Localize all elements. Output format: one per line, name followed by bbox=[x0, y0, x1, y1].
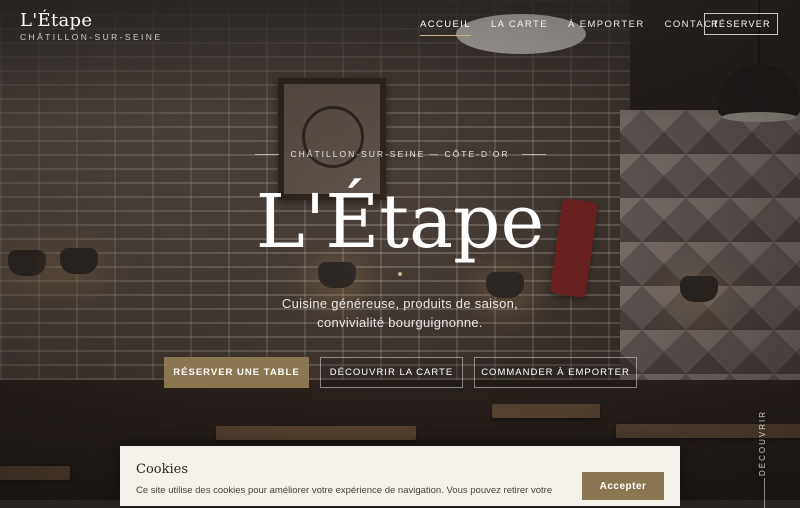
brand-logo[interactable]: L'Étape CHÂTILLON-SUR-SEINE bbox=[20, 10, 162, 42]
order-takeaway-button[interactable]: COMMANDER À EMPORTER bbox=[474, 357, 637, 388]
scroll-label: DÉCOUVRIR bbox=[758, 410, 767, 477]
hero-eyebrow-text: CHÂTILLON-SUR-SEINE — CÔTE-D'OR bbox=[290, 149, 510, 159]
hero-tagline-line-2: convivialité bourguignonne. bbox=[317, 315, 483, 330]
brand-name[interactable]: L'Étape bbox=[20, 10, 162, 32]
cookie-text: Ce site utilise des cookies pour amélior… bbox=[136, 485, 553, 496]
accept-cookies-button[interactable]: Accepter bbox=[582, 472, 664, 500]
hero-title: L'Étape bbox=[255, 179, 545, 265]
hero-tagline-line-1: Cuisine généreuse, produits de saison, bbox=[281, 296, 519, 311]
hero-cta-group: RÉSERVER UNE TABLE DÉCOUVRIR LA CARTE CO… bbox=[164, 357, 637, 388]
cookie-banner: Cookies Ce site utilise des cookies pour… bbox=[120, 446, 680, 506]
hero-tagline: Cuisine généreuse, produits de saison, c… bbox=[250, 294, 550, 332]
reserve-table-button[interactable]: RÉSERVER UNE TABLE bbox=[164, 357, 309, 388]
reserve-button[interactable]: RÉSERVER bbox=[704, 13, 778, 35]
scroll-line bbox=[764, 478, 765, 508]
nav-link-la-carte[interactable]: LA CARTE bbox=[491, 19, 548, 36]
cookie-title: Cookies bbox=[136, 462, 188, 477]
eyebrow-line-right bbox=[521, 154, 546, 156]
eyebrow-line-left bbox=[254, 154, 279, 156]
hero-eyebrow: CHÂTILLON-SUR-SEINE — CÔTE-D'OR bbox=[0, 149, 800, 159]
brand-location: CHÂTILLON-SUR-SEINE bbox=[20, 32, 163, 42]
main-nav: ACCUEIL LA CARTE À EMPORTER CONTACT bbox=[420, 19, 740, 36]
nav-link-accueil[interactable]: ACCUEIL bbox=[420, 19, 471, 36]
hero-divider-dot bbox=[398, 272, 402, 276]
discover-menu-button[interactable]: DÉCOUVRIR LA CARTE bbox=[320, 357, 463, 388]
nav-link-a-emporter[interactable]: À EMPORTER bbox=[568, 19, 645, 36]
scroll-indicator[interactable]: DÉCOUVRIR bbox=[758, 410, 772, 508]
